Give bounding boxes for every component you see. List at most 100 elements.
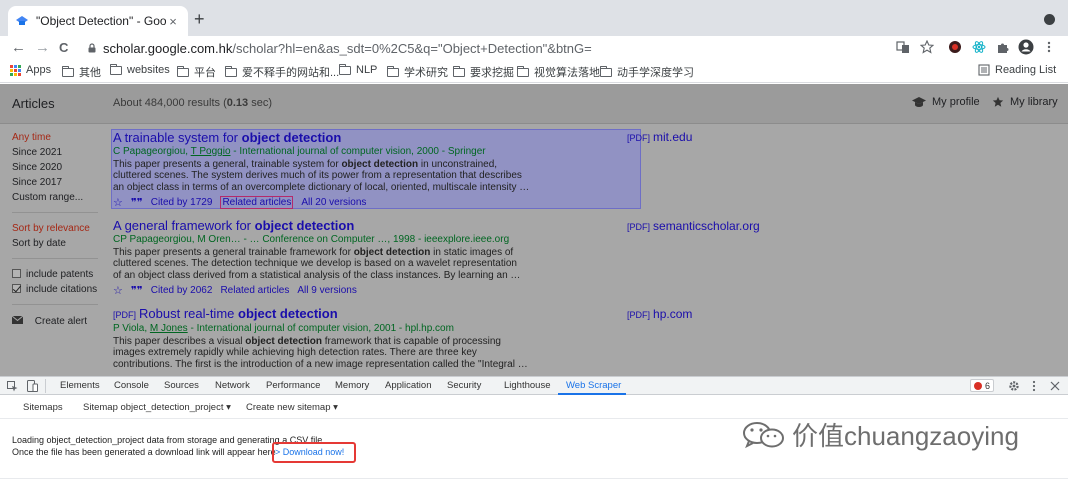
save-star-icon[interactable]: ☆ xyxy=(113,284,123,297)
cite-quote-icon[interactable]: ❞❞ xyxy=(131,196,143,209)
folder-icon xyxy=(61,65,74,77)
result-authors: C Papageorgiou, T Poggio - International… xyxy=(113,146,486,157)
devtools-tab-web-scraper[interactable]: Web Scraper xyxy=(566,380,621,391)
folder-icon xyxy=(224,65,237,77)
export-hint-message: Once the file has been generated a downl… xyxy=(12,447,276,457)
error-count: 6 xyxy=(985,380,991,391)
pdf-side-link[interactable]: [PDF] mit.edu xyxy=(627,130,692,144)
sidebar-divider xyxy=(12,212,98,213)
filter-since-2021[interactable]: Since 2021 xyxy=(12,147,62,158)
result-title[interactable]: [PDF] Robust real-time object detection xyxy=(113,306,338,321)
sort-by-date[interactable]: Sort by date xyxy=(12,238,66,249)
bookmark-folder[interactable]: 其他 xyxy=(61,64,101,80)
filter-since-2017[interactable]: Since 2017 xyxy=(12,177,62,188)
device-toolbar-icon[interactable] xyxy=(27,380,38,392)
all-versions-link[interactable]: All 9 versions xyxy=(297,285,356,296)
error-count-badge[interactable]: 6 xyxy=(970,379,995,392)
filter-any-time[interactable]: Any time xyxy=(12,132,51,143)
devtools-tab-application[interactable]: Application xyxy=(385,380,431,391)
web-scraper-sitemaps-tab[interactable]: Sitemaps xyxy=(23,402,63,413)
reading-list-icon xyxy=(978,64,990,76)
settings-gear-icon[interactable] xyxy=(1008,380,1020,392)
bookmark-folder[interactable]: 视觉算法落地 xyxy=(516,64,600,80)
web-scraper-sitemap-dropdown[interactable]: Sitemap object_detection_project ▾ xyxy=(83,402,231,413)
devtools-more-icon[interactable] xyxy=(1032,380,1036,392)
filter-custom-range[interactable]: Custom range... xyxy=(12,192,83,203)
folder-icon xyxy=(109,63,122,75)
bookmark-label: Apps xyxy=(26,64,52,76)
wechat-watermark: 价值chuangzaoying xyxy=(742,416,1019,453)
cited-by-link[interactable]: Cited by 2062 xyxy=(151,285,213,296)
more-menu-icon[interactable] xyxy=(1046,40,1052,54)
include-patents-checkbox[interactable]: include patents xyxy=(12,269,93,280)
address-bar[interactable]: scholar.google.com.hk/scholar?hl=en&as_s… xyxy=(87,38,592,58)
my-profile-link[interactable]: My profile xyxy=(912,96,980,108)
devtools-tab-security[interactable]: Security xyxy=(447,380,481,391)
extension-react-icon[interactable] xyxy=(972,40,986,54)
web-scraper-create-sitemap-dropdown[interactable]: Create new sitemap ▾ xyxy=(246,402,338,413)
profile-avatar-icon[interactable] xyxy=(1018,39,1034,55)
bookmark-folder[interactable]: NLP xyxy=(338,63,377,76)
author-link[interactable]: T Poggio xyxy=(191,146,231,157)
cite-quote-icon[interactable]: ❞❞ xyxy=(131,284,143,297)
related-articles-link[interactable]: Related articles xyxy=(220,285,289,296)
devtools-tab-memory[interactable]: Memory xyxy=(335,380,369,391)
devtools-tab-performance[interactable]: Performance xyxy=(266,380,320,391)
result-snippet: This paper presents a general, trainable… xyxy=(113,159,530,193)
cited-by-link[interactable]: Cited by 1729 xyxy=(151,197,213,208)
bookmark-folder[interactable]: 动手学深度学习 xyxy=(599,64,694,80)
all-versions-link[interactable]: All 20 versions xyxy=(301,197,366,208)
apps-grid-icon xyxy=(10,64,21,76)
bookmark-label: 动手学深度学习 xyxy=(617,67,694,79)
back-button[interactable]: ← xyxy=(11,38,26,58)
inspect-element-icon[interactable] xyxy=(7,381,18,392)
result-actions: ☆ ❞❞ Cited by 2062 Related articles All … xyxy=(113,284,365,297)
translate-icon[interactable] xyxy=(896,40,910,54)
pdf-side-link[interactable]: [PDF] semanticscholar.org xyxy=(627,219,760,233)
sort-by-relevance[interactable]: Sort by relevance xyxy=(12,223,90,234)
my-library-link[interactable]: My library xyxy=(992,96,1058,108)
extensions-puzzle-icon[interactable] xyxy=(996,40,1010,54)
related-articles-link[interactable]: Related articles xyxy=(220,196,294,209)
bookmark-folder[interactable]: 要求挖掘 xyxy=(452,64,514,80)
forward-button[interactable]: → xyxy=(35,38,50,58)
result-title[interactable]: A trainable system for object detection xyxy=(113,130,341,145)
bookmark-star-icon[interactable] xyxy=(920,40,934,54)
devtools-tab-sources[interactable]: Sources xyxy=(164,380,199,391)
sidebar-divider xyxy=(12,304,98,305)
bottom-divider xyxy=(0,478,1068,479)
browser-tab[interactable]: "Object Detection" - Google Sc × xyxy=(8,6,188,36)
reload-button[interactable]: C xyxy=(59,38,68,58)
folder-icon xyxy=(338,63,351,75)
create-alert-link[interactable]: Create alert xyxy=(11,315,88,327)
include-citations-checkbox[interactable]: include citations xyxy=(12,284,97,295)
author-link[interactable]: M Jones xyxy=(150,323,188,334)
my-library-label: My library xyxy=(1010,96,1058,108)
bookmark-folder[interactable]: websites xyxy=(109,63,170,76)
save-star-icon[interactable]: ☆ xyxy=(113,196,123,209)
bookmark-label: websites xyxy=(127,64,170,76)
devtools-tab-network[interactable]: Network xyxy=(215,380,250,391)
devtools-close-icon[interactable] xyxy=(1050,381,1060,391)
new-tab-button[interactable]: + xyxy=(194,10,205,28)
envelope-icon xyxy=(11,315,24,324)
bookmark-folder[interactable]: 平台 xyxy=(176,64,216,80)
bookmark-folder[interactable]: 学术研究 xyxy=(386,64,448,80)
filter-since-2020[interactable]: Since 2020 xyxy=(12,162,62,173)
devtools-tab-lighthouse[interactable]: Lighthouse xyxy=(504,380,550,391)
pdf-side-link[interactable]: [PDF] hp.com xyxy=(627,307,692,321)
create-alert-label: Create alert xyxy=(34,316,88,327)
devtools-tab-console[interactable]: Console xyxy=(114,380,149,391)
devtools-tab-elements[interactable]: Elements xyxy=(60,380,100,391)
wechat-logo-icon xyxy=(743,421,784,448)
bookmark-apps[interactable]: Apps xyxy=(10,64,51,76)
browser-menu-dot-icon[interactable] xyxy=(1044,14,1055,25)
result-title[interactable]: A general framework for object detection xyxy=(113,218,354,233)
tab-close-icon[interactable]: × xyxy=(166,14,180,29)
bookmark-label: 爱不释手的网站和... xyxy=(242,67,340,79)
reading-list-button[interactable]: Reading List xyxy=(978,64,1056,76)
bookmark-folder[interactable]: 爱不释手的网站和... xyxy=(224,64,340,80)
bookmark-label: 视觉算法落地 xyxy=(534,67,600,79)
extension-red-icon[interactable] xyxy=(948,40,962,54)
graduation-cap-icon xyxy=(912,96,926,107)
